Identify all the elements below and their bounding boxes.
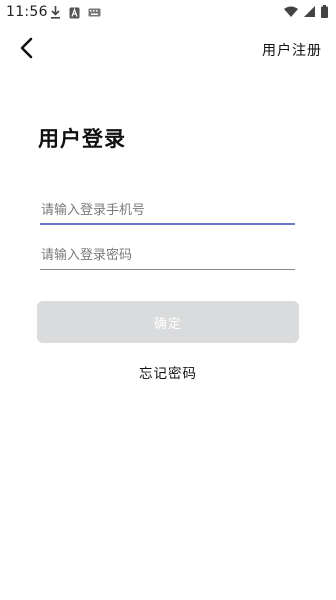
- status-time: 11:56: [6, 4, 48, 20]
- keyboard-icon: [88, 8, 101, 17]
- password-field: [40, 240, 295, 270]
- chevron-left-icon: [20, 37, 33, 59]
- phone-field: [40, 195, 295, 225]
- cell-signal-icon: [304, 6, 315, 17]
- back-button[interactable]: [14, 35, 40, 61]
- download-icon: [51, 6, 60, 19]
- page-title: 用户登录: [38, 127, 126, 151]
- system-icons: [284, 5, 328, 18]
- password-input[interactable]: [40, 240, 295, 270]
- phone-input[interactable]: [40, 195, 295, 225]
- battery-icon: [321, 5, 328, 18]
- confirm-button[interactable]: 确定: [37, 301, 299, 343]
- status-bar: 11:56: [0, 0, 336, 26]
- notification-icons: [50, 6, 101, 19]
- text-a-icon: [69, 7, 80, 18]
- forgot-password-link[interactable]: 忘记密码: [0, 362, 336, 382]
- register-link[interactable]: 用户注册: [262, 40, 322, 60]
- wifi-icon: [284, 6, 298, 17]
